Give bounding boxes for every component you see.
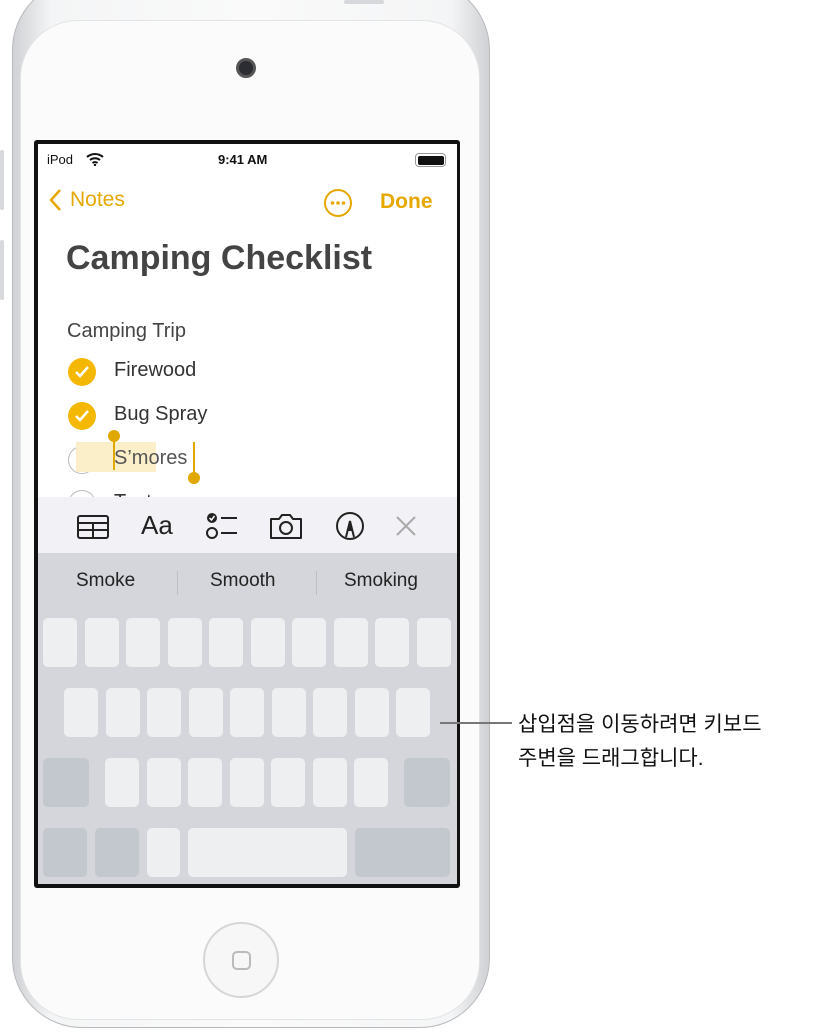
screen: iPod 9:41 AM Notes Done Camping Checklis… (38, 144, 457, 884)
text-format-icon[interactable]: Aa (141, 510, 173, 541)
callout-line (440, 722, 512, 724)
keyboard-key[interactable] (188, 828, 347, 877)
keyboard-key[interactable] (355, 828, 450, 877)
keyboard-key[interactable] (292, 618, 326, 667)
keyboard-key[interactable] (354, 688, 389, 737)
back-label: Notes (70, 188, 125, 211)
checkmark-icon (75, 366, 89, 378)
back-button[interactable]: Notes (48, 188, 125, 212)
keyboard-key[interactable] (333, 618, 368, 667)
checkbox-checked[interactable] (68, 402, 96, 430)
keyboard-key[interactable] (313, 688, 347, 737)
carrier-label: iPod (47, 152, 74, 167)
keyboard-key[interactable] (147, 688, 181, 737)
keyboard-key[interactable] (147, 828, 180, 877)
wifi-icon (86, 153, 104, 166)
checkbox-checked[interactable] (68, 358, 96, 386)
formatting-toolbar: Aa (38, 497, 457, 553)
keyboard-key[interactable] (209, 618, 243, 667)
markup-pen-icon[interactable] (335, 511, 365, 541)
checklist-item[interactable]: Firewood (114, 359, 196, 382)
note-subtitle: Camping Trip (67, 320, 186, 342)
top-button (344, 0, 384, 4)
keyboard-key[interactable] (43, 758, 89, 807)
suggestion-item[interactable]: Smoking (344, 570, 418, 592)
keyboard-key[interactable] (354, 758, 388, 807)
keyboard-key[interactable] (105, 758, 139, 807)
selection-start-handle[interactable] (108, 430, 120, 470)
keyboard-key[interactable] (396, 688, 430, 737)
keyboard-key[interactable] (95, 828, 139, 877)
checkmark-icon (75, 410, 89, 422)
keyboard-key[interactable] (188, 688, 223, 737)
keyboard-key[interactable] (404, 758, 450, 807)
keyboard-key[interactable] (167, 618, 202, 667)
done-button[interactable]: Done (380, 190, 433, 214)
keyboard-key[interactable] (146, 758, 181, 807)
close-icon[interactable] (394, 514, 418, 538)
note-title: Camping Checklist (66, 239, 373, 277)
keyboard-key[interactable] (271, 758, 305, 807)
keyboard-key[interactable] (229, 758, 264, 807)
checklist-item-selected[interactable]: S’mores (114, 447, 187, 470)
callout-text-line1: 삽입점을 이동하려면 키보드 (518, 713, 762, 736)
keyboard-key[interactable] (230, 688, 264, 737)
front-camera (236, 58, 256, 78)
camera-icon[interactable] (268, 511, 304, 541)
checklist-item[interactable]: Bug Spray (114, 403, 207, 426)
suggestion-item[interactable]: Smooth (210, 570, 275, 592)
keyboard-key[interactable] (375, 618, 409, 667)
checklist-icon[interactable] (205, 511, 239, 541)
keyboard-key[interactable] (188, 758, 222, 807)
ellipsis-circle-icon[interactable] (323, 188, 353, 218)
suggestion-item[interactable]: Smoke (76, 570, 135, 592)
callout-text-line2: 주변을 드래그합니다. (518, 747, 704, 770)
keyboard[interactable]: Smoke Smooth Smoking (38, 553, 457, 884)
keyboard-key[interactable] (416, 618, 451, 667)
battery-icon (415, 153, 446, 167)
suggestion-divider (316, 571, 317, 595)
home-square-icon (232, 951, 251, 970)
home-button[interactable] (203, 922, 279, 998)
keyboard-key[interactable] (126, 618, 160, 667)
keyboard-key[interactable] (64, 688, 98, 737)
keyboard-key[interactable] (250, 618, 285, 667)
keyboard-key[interactable] (84, 618, 119, 667)
volume-up-button (0, 150, 4, 210)
table-icon[interactable] (76, 514, 110, 540)
keyboard-key[interactable] (271, 688, 306, 737)
suggestion-divider (177, 571, 178, 595)
chevron-left-icon (49, 189, 61, 211)
selection-end-handle[interactable] (188, 442, 200, 484)
keyboard-key[interactable] (105, 688, 140, 737)
keyboard-key[interactable] (43, 828, 87, 877)
volume-down-button (0, 240, 4, 300)
time-label: 9:41 AM (218, 152, 268, 167)
keyboard-key[interactable] (43, 618, 77, 667)
keyboard-key[interactable] (312, 758, 347, 807)
